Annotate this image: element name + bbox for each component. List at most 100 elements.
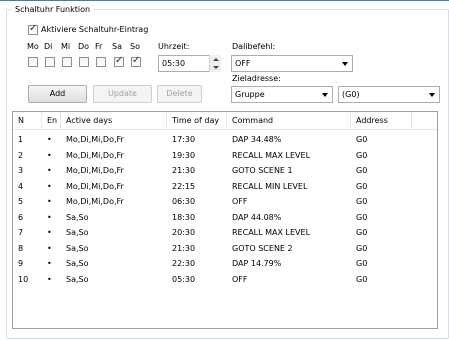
group-title: Schaltuhr Funktion	[12, 5, 94, 14]
table-row[interactable]: 4 • Mo,Di,Mi,Do,Fr 22:15 RECALL MIN LEVEL G0	[13, 179, 437, 194]
table-row[interactable]: 5 • Mo,Di,Mi,Do,Fr 06:30 OFF G0	[13, 194, 437, 209]
column-header-active-days[interactable]: Active days	[61, 112, 167, 129]
cell-days: Mo,Di,Mi,Do,Fr	[66, 166, 124, 175]
cell-days: Sa,So	[66, 212, 89, 222]
cell-en: •	[47, 259, 52, 268]
cell-command: RECALL MIN LEVEL	[232, 181, 308, 191]
day-checkbox-do[interactable]	[79, 57, 89, 67]
table-row[interactable]: 10 • Sa,So 05:30 OFF G0	[13, 272, 437, 287]
cell-n: 1	[18, 135, 24, 144]
cell-days: Sa,So	[66, 243, 89, 253]
cell-address: G0	[356, 212, 368, 222]
cell-n: 6	[18, 212, 24, 222]
spin-down-icon[interactable]	[213, 66, 219, 69]
cell-en: •	[47, 166, 52, 175]
time-spinner[interactable]	[209, 55, 221, 72]
column-header-command[interactable]: Command	[227, 112, 351, 129]
day-checkbox-so[interactable]	[131, 55, 141, 67]
cell-address: G0	[356, 243, 368, 253]
cell-time: 17:30	[172, 135, 196, 144]
add-button[interactable]: Add	[28, 85, 87, 103]
cell-n: 4	[18, 181, 24, 191]
chevron-down-icon	[429, 93, 435, 97]
table-row[interactable]: 2 • Mo,Di,Mi,Do,Fr 19:30 RECALL MAX LEVEL G0	[13, 148, 437, 163]
target-type-value: Gruppe	[235, 90, 265, 99]
target-address-select[interactable]: (G0)	[338, 86, 440, 103]
cell-address: G0	[356, 166, 368, 175]
table-row[interactable]: 1 • Mo,Di,Mi,Do,Fr 17:30 DAP 34.48% G0	[13, 132, 437, 147]
cell-address: G0	[356, 135, 368, 144]
cell-days: Mo,Di,Mi,Do,Fr	[66, 181, 124, 191]
cell-command: GOTO SCENE 2	[232, 243, 293, 253]
chevron-down-icon	[322, 93, 328, 97]
delete-button[interactable]: Delete	[157, 85, 202, 103]
day-label-do: Do	[78, 42, 90, 51]
column-header-address[interactable]: Address	[351, 112, 412, 129]
day-checkbox-di[interactable]	[45, 57, 55, 67]
day-checkbox-mo[interactable]	[28, 57, 38, 67]
cell-en: •	[47, 228, 52, 237]
cell-en: •	[47, 150, 52, 160]
cell-n: 7	[18, 228, 24, 237]
cell-time: 22:15	[172, 181, 196, 191]
day-checkbox-sa[interactable]	[114, 55, 124, 67]
cell-n: 9	[18, 259, 24, 268]
cell-time: 06:30	[172, 197, 196, 206]
cell-days: Mo,Di,Mi,Do,Fr	[66, 150, 124, 160]
table-row[interactable]: 7 • Sa,So 20:30 RECALL MAX LEVEL G0	[13, 225, 437, 240]
table-row[interactable]: 9 • Sa,So 22:30 DAP 14.79% G0	[13, 256, 437, 271]
dali-command-select[interactable]: OFF	[231, 55, 353, 72]
cell-time: 21:30	[172, 243, 196, 253]
cell-time: 22:30	[172, 259, 196, 268]
cell-days: Sa,So	[66, 259, 89, 268]
chevron-down-icon	[342, 62, 348, 66]
top-border	[0, 0, 449, 1]
cell-en: •	[47, 197, 52, 206]
time-value: 05:30	[162, 59, 186, 68]
cell-command: RECALL MAX LEVEL	[232, 150, 311, 160]
target-address-label: Zieladresse:	[232, 74, 281, 83]
cell-days: Sa,So	[66, 274, 89, 284]
cell-time: 20:30	[172, 228, 196, 237]
column-header-en[interactable]: En	[42, 112, 61, 129]
table-row[interactable]: 3 • Mo,Di,Mi,Do,Fr 21:30 GOTO SCENE 1 G0	[13, 163, 437, 178]
cell-n: 5	[18, 197, 24, 206]
cell-n: 10	[18, 274, 29, 284]
cell-command: DAP 44.08%	[232, 212, 282, 222]
cell-time: 05:30	[172, 274, 196, 284]
cell-command: OFF	[232, 274, 248, 284]
dali-command-value: OFF	[235, 59, 251, 68]
cell-en: •	[47, 181, 52, 191]
cell-command: OFF	[232, 197, 248, 206]
column-header-n[interactable]: N	[13, 112, 42, 129]
spin-up-icon[interactable]	[213, 58, 219, 61]
day-checkbox-mi[interactable]	[62, 57, 72, 67]
target-address-value: (G0)	[342, 90, 360, 99]
update-button[interactable]: Update	[93, 85, 152, 103]
cell-address: G0	[356, 259, 368, 268]
cell-time: 18:30	[172, 212, 196, 222]
column-header-time-of-day[interactable]: Time of day	[167, 112, 227, 129]
cell-en: •	[47, 212, 52, 222]
activate-checkbox[interactable]	[28, 23, 38, 35]
cell-command: GOTO SCENE 1	[232, 166, 293, 175]
dali-command-label: Dalibefehl:	[232, 42, 276, 51]
table-row[interactable]: 6 • Sa,So 18:30 DAP 44.08% G0	[13, 210, 437, 225]
time-label: Uhrzeit:	[158, 42, 190, 51]
cell-command: RECALL MAX LEVEL	[232, 228, 311, 237]
cell-address: G0	[356, 274, 368, 284]
target-type-select[interactable]: Gruppe	[231, 86, 333, 103]
cell-command: DAP 14.79%	[232, 259, 282, 268]
day-label-mo: Mo	[27, 42, 39, 51]
day-checkbox-fr[interactable]	[96, 57, 106, 67]
table-row[interactable]: 8 • Sa,So 21:30 GOTO SCENE 2 G0	[13, 241, 437, 256]
cell-days: Mo,Di,Mi,Do,Fr	[66, 197, 124, 206]
cell-n: 2	[18, 150, 24, 160]
cell-command: DAP 34.48%	[232, 135, 282, 144]
day-label-so: So	[130, 42, 140, 51]
timer-entries-table[interactable]: N En Active days Time of day Command Add…	[12, 111, 438, 329]
cell-address: G0	[356, 150, 368, 160]
cell-days: Sa,So	[66, 228, 89, 237]
cell-time: 21:30	[172, 166, 196, 175]
day-label-di: Di	[44, 42, 53, 51]
